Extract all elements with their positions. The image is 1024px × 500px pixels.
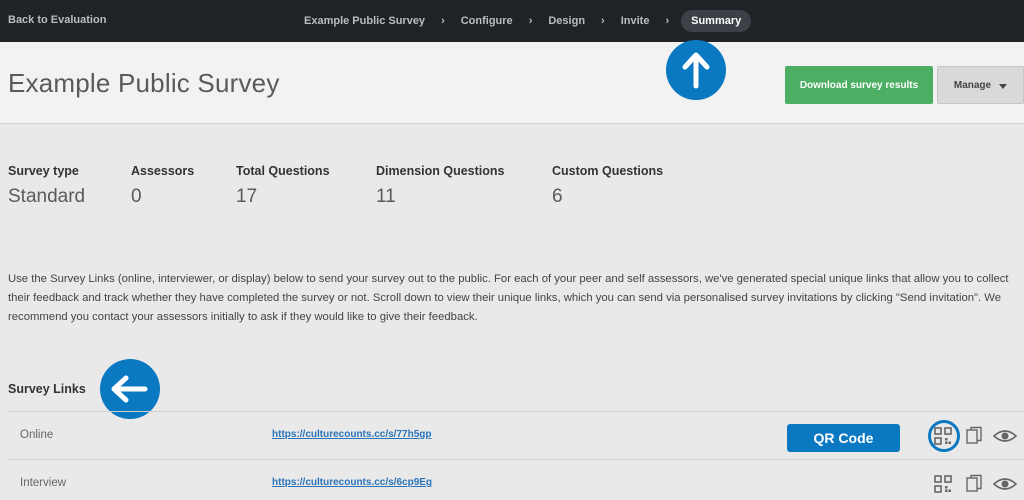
survey-links-heading: Survey Links (8, 382, 86, 396)
arrow-left-icon (111, 375, 148, 403)
manage-button-label: Manage (953, 79, 992, 91)
stat-label: Assessors (131, 164, 195, 178)
top-nav-bar: Back to Evaluation Example Public Survey… (0, 0, 1024, 42)
breadcrumb: Example Public Survey › Configure › Desi… (300, 0, 752, 42)
stat-dimension-questions: Dimension Questions 11 (376, 164, 505, 208)
download-button-label: Download survey results (799, 79, 919, 91)
crumb-separator: › (601, 15, 605, 27)
link-type-label: Interview (20, 477, 67, 489)
crumb-example-public-survey[interactable]: Example Public Survey (300, 15, 429, 27)
crumb-summary-active[interactable]: Summary (681, 10, 752, 32)
survey-link-url[interactable]: https://culturecounts.cc/s/6cp9Eg (272, 477, 432, 488)
download-survey-results-button[interactable]: Download survey results (785, 66, 933, 104)
back-to-evaluation-link[interactable]: Back to Evaluation (8, 14, 106, 26)
crumb-design[interactable]: Design (544, 15, 589, 27)
eye-icon[interactable] (992, 473, 1018, 495)
stat-assessors: Assessors 0 (131, 164, 194, 208)
stat-value: 11 (376, 186, 396, 207)
crumb-separator: › (665, 15, 670, 27)
eye-icon[interactable] (992, 425, 1018, 447)
survey-link-row-online: Online https://culturecounts.cc/s/77h5gp… (8, 411, 1024, 459)
annotation-arrow-up (666, 40, 726, 100)
stat-label: Dimension Questions (376, 164, 505, 178)
crumb-configure[interactable]: Configure (457, 15, 517, 27)
arrow-up-icon (682, 52, 710, 89)
stat-value: Standard (8, 186, 86, 207)
page-title: Example Public Survey (8, 68, 280, 98)
survey-links-description: Use the Survey Links (online, interviewe… (8, 273, 1009, 323)
stat-label: Survey type (8, 164, 79, 178)
stat-custom-questions: Custom Questions 6 (552, 164, 663, 208)
stat-label: Total Questions (236, 164, 330, 178)
copy-icon[interactable] (963, 473, 985, 495)
qr-code-tooltip-button[interactable]: QR Code (787, 424, 900, 452)
crumb-invite[interactable]: Invite (617, 15, 654, 27)
manage-dropdown-button[interactable]: Manage (937, 66, 1024, 104)
stat-survey-type: Survey type Standard (8, 164, 85, 208)
qr-code-icon[interactable] (932, 425, 954, 447)
chevron-down-icon (999, 83, 1008, 89)
survey-link-url[interactable]: https://culturecounts.cc/s/77h5gp (272, 429, 431, 440)
page-header: Example Public Survey Download survey re… (0, 42, 1024, 124)
stat-value: 6 (552, 186, 563, 207)
crumb-separator: › (528, 15, 533, 27)
link-type-label: Online (20, 429, 54, 441)
crumb-separator: › (441, 15, 445, 27)
stat-value: 0 (131, 186, 142, 207)
stat-total-questions: Total Questions 17 (236, 164, 330, 208)
survey-link-row-interview: Interview https://culturecounts.cc/s/6cp… (8, 459, 1024, 500)
annotation-arrow-left (100, 359, 160, 419)
qr-code-label: QR Code (813, 430, 874, 446)
copy-icon[interactable] (963, 425, 985, 447)
stat-label: Custom Questions (552, 164, 664, 178)
qr-code-icon[interactable] (932, 473, 954, 495)
stat-value: 17 (236, 186, 258, 207)
